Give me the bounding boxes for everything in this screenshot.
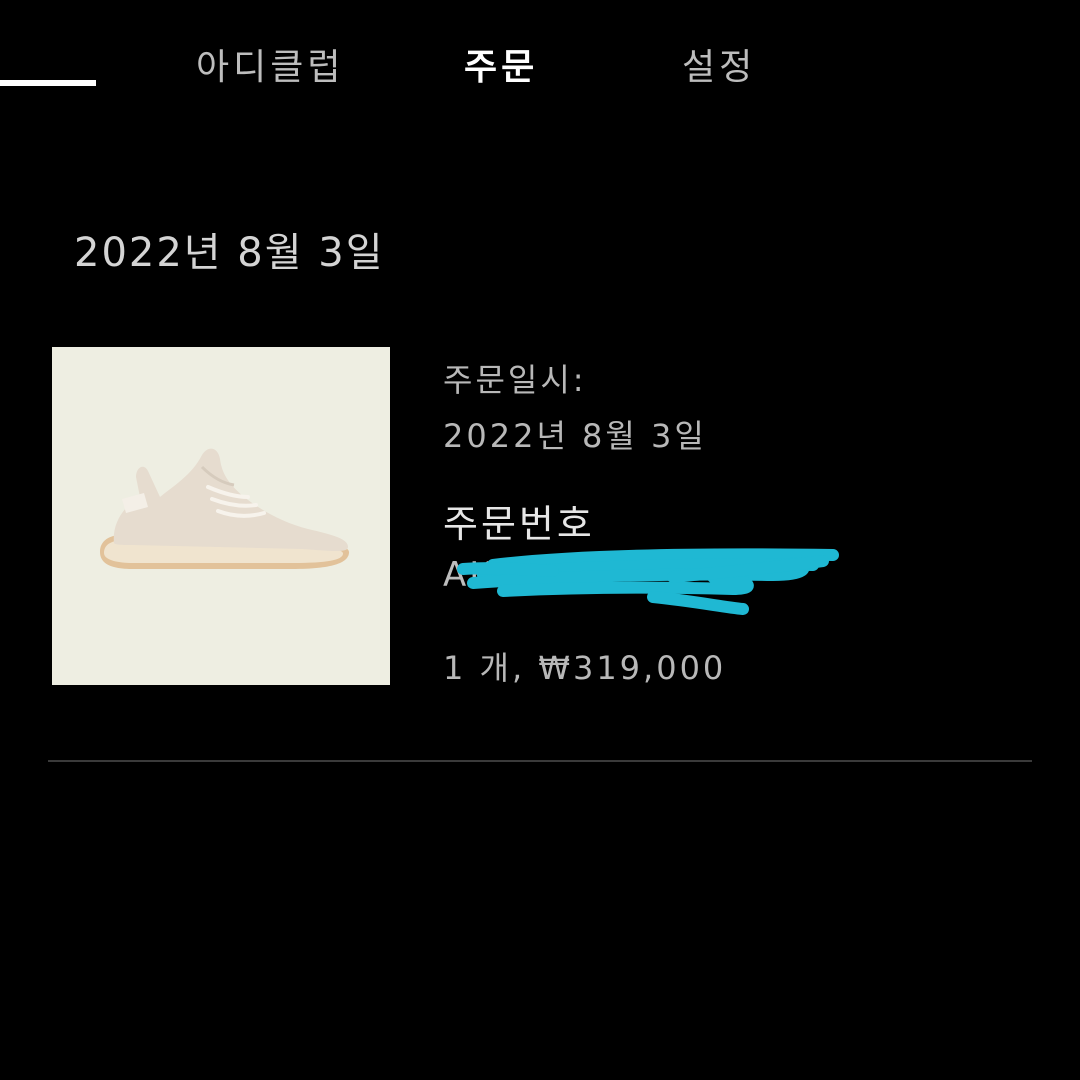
sneaker-illustration (100, 448, 350, 569)
order-date-label: 주문일시: (443, 361, 587, 399)
order-divider (48, 760, 1032, 762)
tab-orders[interactable]: 주문 (464, 44, 538, 92)
quantity-price: 1 개, ₩319,000 (443, 649, 727, 687)
order-history-screen: 아디클럽 주문 설정 2022년 8월 3일 주문일시: 2022년 8월 3일… (0, 0, 1080, 1080)
order-date-value: 2022년 8월 3일 (443, 417, 707, 455)
nav-scroll-indicator (0, 80, 96, 86)
redaction-scribble (457, 548, 839, 615)
order-group-date-heading: 2022년 8월 3일 (74, 230, 385, 276)
product-image[interactable] (52, 347, 390, 685)
order-number-label: 주문번호 (443, 502, 595, 546)
tab-settings[interactable]: 설정 (682, 44, 756, 92)
tab-adiclub[interactable]: 아디클럽 (196, 44, 344, 92)
